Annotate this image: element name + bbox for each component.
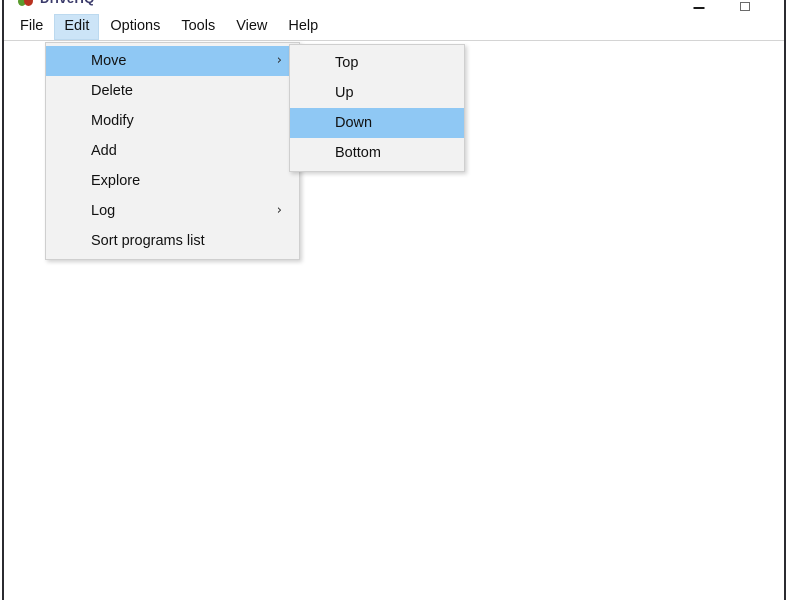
menu-item-delete[interactable]: Delete [46,76,299,106]
app-icon [18,0,34,9]
menubar-item-edit[interactable]: Edit [54,14,100,40]
chevron-right-icon: › [276,53,282,68]
window-controls [676,0,768,12]
menubar-item-options[interactable]: Options [100,14,170,40]
submenu-item-bottom[interactable]: Bottom [290,138,464,168]
minimize-button[interactable] [676,0,722,12]
window-border-left [2,0,4,600]
submenu-item-top-label: Top [335,55,359,71]
submenu-item-up[interactable]: Up [290,78,464,108]
menu-item-sort-programs-list-label: Sort programs list [91,233,205,249]
menu-item-add[interactable]: Add [46,136,299,166]
menu-item-modify[interactable]: Modify [46,106,299,136]
submenu-item-up-label: Up [335,85,354,101]
menu-item-log[interactable]: Log › [46,196,299,226]
menubar-item-tools[interactable]: Tools [171,14,225,40]
menu-item-add-label: Add [91,143,117,159]
submenu-item-down-label: Down [335,115,373,131]
window-title: DriveHQ [40,0,95,6]
submenu-item-top[interactable]: Top [290,48,464,78]
desktop-background-right [786,0,800,600]
menubar-item-file[interactable]: File [10,14,53,40]
menu-bar: File Edit Options Tools View Help [4,14,784,40]
menu-item-log-label: Log [91,203,116,219]
title-bar[interactable]: DriveHQ [4,0,784,14]
maximize-icon [740,2,750,11]
menu-item-move[interactable]: Move › [46,46,299,76]
submenu-item-down[interactable]: Down [290,108,464,138]
menu-item-explore-label: Explore [91,173,141,189]
menu-item-sort-programs-list[interactable]: Sort programs list [46,226,299,256]
minimize-icon [693,7,705,9]
maximize-button[interactable] [722,0,768,12]
menubar-item-help[interactable]: Help [278,14,328,40]
edit-dropdown-menu: Move › Delete Modify Add Explore Log › S… [45,42,300,260]
application-window: DriveHQ File Edit Options Tools View Hel… [0,0,800,600]
menu-item-delete-label: Delete [91,83,133,99]
chevron-right-icon: › [276,203,282,218]
menu-item-explore[interactable]: Explore [46,166,299,196]
move-submenu: Top Up Down Bottom [289,44,465,172]
app-icon-red-dot [24,0,33,6]
menu-item-move-label: Move [91,53,127,69]
menu-item-modify-label: Modify [91,113,134,129]
menubar-separator [4,40,784,41]
menubar-item-view[interactable]: View [226,14,277,40]
submenu-item-bottom-label: Bottom [335,145,381,161]
